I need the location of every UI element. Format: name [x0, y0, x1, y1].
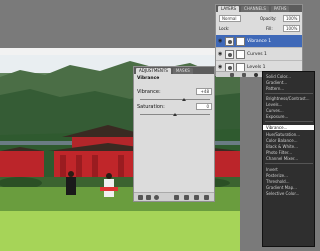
saturation-slider-handle[interactable] — [173, 113, 177, 116]
menu-item-invert[interactable]: Invert — [266, 167, 278, 172]
delete-adjustment-icon[interactable] — [204, 195, 209, 200]
adjustment-thumbnail-icon — [225, 49, 234, 59]
menu-item-curves[interactable]: Curves... — [266, 108, 284, 113]
layer-name: Curves 1 — [247, 51, 267, 57]
menu-item-levels[interactable]: Levels... — [266, 102, 282, 107]
menu-separator — [265, 121, 313, 122]
layer-mask-thumbnail — [236, 49, 245, 59]
menu-item-solid-color[interactable]: Solid Color... — [266, 74, 291, 79]
blend-mode-select[interactable]: Normal — [219, 15, 241, 22]
vibrance-value-field[interactable]: +48 — [196, 88, 212, 95]
new-adjustment-layer-icon[interactable] — [254, 73, 258, 77]
layer-name: Vibrance 1 — [247, 38, 272, 44]
layers-panel-tabs: LAYERS CHANNELS PATHS — [216, 5, 302, 12]
visibility-eye-icon[interactable]: ◉ — [218, 51, 223, 57]
visibility-toggle-icon[interactable] — [174, 195, 179, 200]
menu-item-channel-mixer[interactable]: Channel Mixer... — [266, 156, 298, 161]
menu-item-color-balance[interactable]: Color Balance... — [266, 138, 297, 143]
layers-panel: LAYERS CHANNELS PATHS Normal Opacity: 10… — [215, 4, 303, 77]
menu-separator — [265, 163, 313, 164]
tab-paths[interactable]: PATHS — [270, 5, 290, 12]
photoshop-workspace: LAYERS CHANNELS PATHS Normal Opacity: 10… — [0, 0, 320, 251]
menu-item-gradient-map[interactable]: Gradient Map... — [266, 185, 297, 190]
back-arrow-icon[interactable] — [138, 195, 143, 200]
vibrance-slider-handle[interactable] — [182, 98, 186, 101]
visibility-eye-icon[interactable]: ◉ — [218, 38, 223, 44]
layers-list: ◉ Vibrance 1 ◉ Curves 1 ◉ Levels 1 — [216, 35, 302, 75]
menu-item-photo-filter[interactable]: Photo Filter... — [266, 150, 292, 155]
lock-label: Lock: — [219, 26, 230, 31]
vibrance-slider-track[interactable] — [140, 99, 210, 100]
layer-mask-thumbnail — [236, 36, 245, 46]
fx-icon[interactable] — [242, 73, 246, 77]
menu-item-threshold[interactable]: Threshold... — [266, 179, 290, 184]
view-previous-icon[interactable] — [184, 195, 189, 200]
layer-row[interactable]: ◉ Curves 1 — [216, 48, 302, 61]
clip-to-layer-icon[interactable] — [154, 195, 159, 200]
adjustment-layer-menu: Solid Color... Gradient... Pattern... Br… — [262, 71, 315, 247]
menu-separator — [265, 93, 313, 94]
menu-item-selective-color[interactable]: Selective Color... — [266, 191, 299, 196]
adjustments-panel: ADJUSTMENTS MASKS Vibrance Vibrance: +48… — [133, 66, 215, 202]
opacity-label: Opacity: — [260, 16, 277, 21]
menu-item-posterize[interactable]: Posterize... — [266, 173, 288, 178]
saturation-value-field[interactable]: 0 — [196, 103, 212, 110]
adjustment-title: Vibrance — [137, 76, 160, 81]
visibility-eye-icon[interactable]: ◉ — [218, 64, 223, 70]
adjustments-panel-footer — [134, 192, 214, 201]
adjustments-panel-tabs: ADJUSTMENTS MASKS — [134, 67, 214, 74]
menu-item-hue-saturation[interactable]: Hue/Saturation... — [266, 132, 300, 137]
saturation-label: Saturation: — [137, 104, 165, 110]
opacity-field[interactable]: 100% — [283, 15, 300, 22]
menu-item-pattern[interactable]: Pattern... — [266, 86, 284, 91]
link-layers-icon[interactable] — [230, 73, 234, 77]
layer-row[interactable]: ◉ Vibrance 1 — [216, 35, 302, 48]
reset-icon[interactable] — [194, 195, 199, 200]
expand-view-icon[interactable] — [146, 195, 151, 200]
menu-item-black-white[interactable]: Black & White... — [266, 144, 298, 149]
menu-item-gradient[interactable]: Gradient... — [266, 80, 287, 85]
tab-adjustments[interactable]: ADJUSTMENTS — [136, 67, 171, 74]
fill-label: Fill: — [266, 26, 273, 31]
adjustment-thumbnail-icon — [225, 36, 234, 46]
tab-layers[interactable]: LAYERS — [218, 5, 240, 12]
menu-item-exposure[interactable]: Exposure... — [266, 114, 288, 119]
tab-channels[interactable]: CHANNELS — [241, 5, 269, 12]
menu-item-brightness-contrast[interactable]: Brightness/Contrast... — [266, 96, 310, 101]
menu-item-vibrance[interactable]: Vibrance... — [263, 125, 314, 130]
layer-name: Levels 1 — [247, 64, 266, 70]
vibrance-label: Vibrance: — [137, 89, 161, 95]
tab-masks[interactable]: MASKS — [172, 67, 193, 74]
fill-field[interactable]: 100% — [283, 25, 300, 32]
